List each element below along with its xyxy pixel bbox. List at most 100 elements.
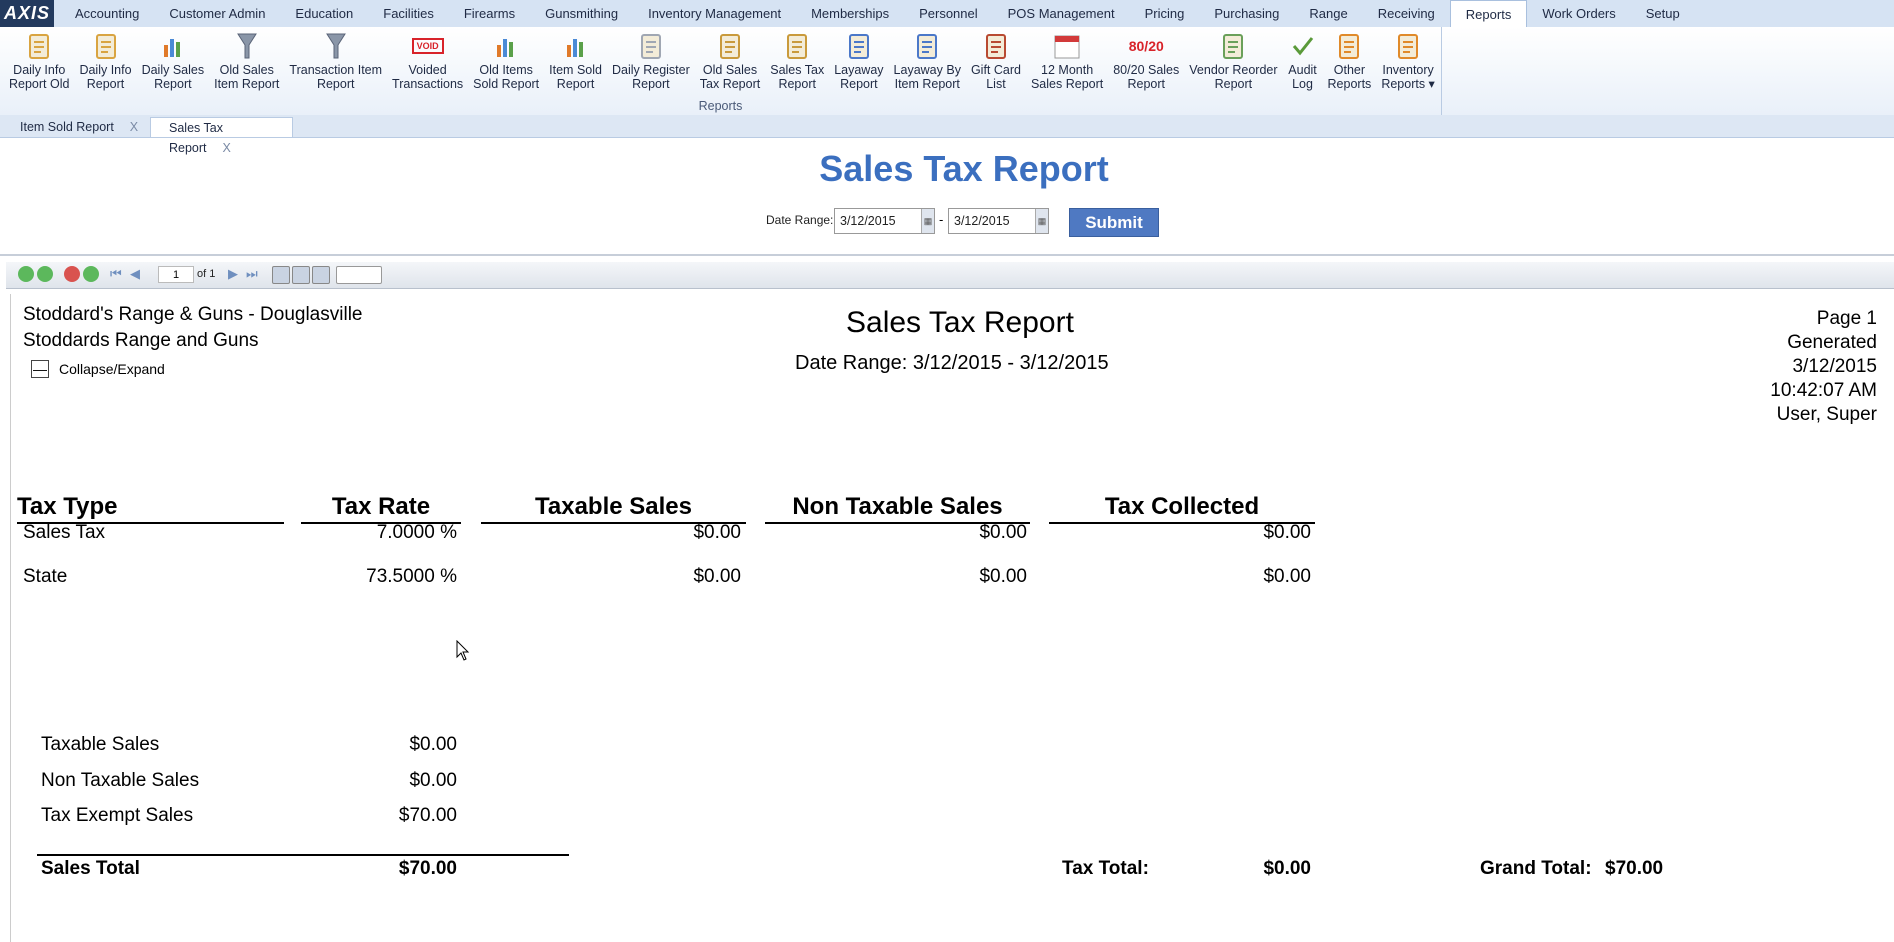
menu-item-reports[interactable]: Reports [1449, 0, 1528, 27]
ribbon-buttons: Daily Info Report Old Daily Info Report Da… [0, 27, 1441, 91]
cell-tax-collected: $0.00 [1263, 522, 1311, 543]
column-header-taxable-sales: Taxable Sales [481, 492, 746, 524]
menu-item-pricing[interactable]: Pricing [1130, 0, 1200, 27]
grand-total-label: Grand Total: [1480, 858, 1592, 879]
ribbon-button-item-sold-report[interactable]: Item Sold Report [544, 27, 607, 91]
ribbon-button-transaction-item-report[interactable]: Transaction Item Report [284, 27, 387, 91]
tab-sales-tax-report[interactable]: Sales Tax Report X [150, 117, 293, 155]
ribbon-button-daily-sales-report[interactable]: Daily Sales Report [137, 27, 210, 91]
start-date-field[interactable]: 3/12/2015 ▦ [834, 208, 935, 234]
ribbon-button-12-month-sales-report[interactable]: 12 Month Sales Report [1026, 27, 1108, 91]
stop-icon[interactable] [64, 266, 80, 282]
menu-item-inventory-management[interactable]: Inventory Management [633, 0, 796, 27]
menu-item-facilities[interactable]: Facilities [368, 0, 449, 27]
ribbon-button-label: Daily Info Report [79, 63, 132, 91]
refresh-icon[interactable] [83, 266, 99, 282]
first-page-icon[interactable]: ⏮ [110, 266, 126, 282]
ribbon-button-audit-log[interactable]: Audit Log [1283, 27, 1323, 91]
menu-item-pos-management[interactable]: POS Management [993, 0, 1130, 27]
ribbon-button-layaway-by-item-report[interactable]: Layaway By Item Report [889, 27, 966, 91]
menu-item-setup[interactable]: Setup [1631, 0, 1695, 27]
print-layout-icon[interactable] [292, 266, 310, 284]
ribbon-group-label: Reports [698, 99, 743, 113]
page-count: of 1 [197, 268, 216, 280]
summary-divider [37, 854, 569, 856]
ribbon-button-vendor-reorder-report[interactable]: Vendor Reorder Report [1184, 27, 1282, 91]
ribbon-button-daily-info-report-old[interactable]: Daily Info Report Old [4, 27, 74, 91]
menu-item-receiving[interactable]: Receiving [1363, 0, 1450, 27]
mouse-cursor-icon [456, 640, 470, 661]
bar-chart-icon [561, 29, 591, 63]
ribbon-button-old-items-sold-report[interactable]: Old Items Sold Report [468, 27, 544, 91]
date-separator: - [939, 212, 944, 227]
next-page-icon[interactable]: ▶ [228, 266, 244, 282]
document-tabs: Item Sold Report X Sales Tax Report X [0, 115, 1894, 155]
calendar-icon [1052, 29, 1082, 63]
layaway-icon [912, 29, 942, 63]
tax-icon [782, 29, 812, 63]
page-setup-icon[interactable] [272, 266, 290, 284]
menu-item-purchasing[interactable]: Purchasing [1199, 0, 1294, 27]
page-number-input[interactable]: 1 [158, 266, 194, 283]
tax-total-label: Tax Total: [1062, 858, 1149, 879]
ribbon-button-voided-transactions[interactable]: VOID Voided Transactions [387, 27, 468, 91]
export-dropdown[interactable] [336, 266, 382, 284]
ribbon-button-old-sales-item-report[interactable]: Old Sales Item Report [209, 27, 284, 91]
calendar-icon[interactable]: ▦ [921, 209, 934, 233]
calendar-icon[interactable]: ▦ [1035, 209, 1048, 233]
date-range-label: Date Range: [766, 213, 834, 227]
back-icon[interactable] [18, 266, 34, 282]
cell-tax-collected: $0.00 [1263, 566, 1311, 587]
menu-item-accounting[interactable]: Accounting [60, 0, 154, 27]
end-date-field[interactable]: 3/12/2015 ▦ [948, 208, 1049, 234]
cell-tax-type: Sales Tax [23, 522, 106, 543]
ribbon-button-old-sales-tax-report[interactable]: Old Sales Tax Report [695, 27, 765, 91]
collapse-label: Collapse/Expand [59, 361, 165, 377]
tax-total-value: $0.00 [1263, 858, 1311, 879]
grand-total-value: $70.00 [1605, 858, 1664, 879]
ribbon-button-inventory-reports[interactable]: Inventory Reports ▾ [1376, 27, 1440, 91]
menu-item-work-orders[interactable]: Work Orders [1527, 0, 1630, 27]
reorder-icon [1218, 29, 1248, 63]
column-header-tax-collected: Tax Collected [1049, 492, 1315, 524]
print-icon[interactable] [312, 266, 330, 284]
menu-item-gunsmithing[interactable]: Gunsmithing [530, 0, 633, 27]
register-icon [636, 29, 666, 63]
menu-item-firearms[interactable]: Firearms [449, 0, 530, 27]
collapse-expand-toggle[interactable]: — Collapse/Expand [31, 360, 165, 378]
axis-logo: AXIS [0, 0, 54, 27]
ribbon-button-layaway-report[interactable]: Layaway Report [829, 27, 888, 91]
close-icon[interactable]: X [130, 120, 138, 134]
ribbon-button-daily-register-report[interactable]: Daily Register Report [607, 27, 695, 91]
ribbon-button-label: 80/20 Sales Report [1113, 63, 1180, 91]
ribbon-button-gift-card-list[interactable]: Gift Card List [966, 27, 1026, 91]
menu-item-customer-admin[interactable]: Customer Admin [154, 0, 280, 27]
sales-total-value: $70.00 [398, 858, 457, 879]
ribbon-button-sales-tax-report[interactable]: Sales Tax Report [765, 27, 829, 91]
column-header-non-taxable-sales: Non Taxable Sales [765, 492, 1030, 524]
menu-item-range[interactable]: Range [1294, 0, 1362, 27]
previous-page-icon[interactable]: ◀ [130, 266, 146, 282]
submit-button[interactable]: Submit [1069, 208, 1159, 237]
report-title: Sales Tax Report [846, 306, 1074, 339]
cell-tax-type: State [23, 566, 68, 587]
company-subtitle: Stoddards Range and Guns [23, 330, 259, 351]
tab-item-sold-report[interactable]: Item Sold Report X [2, 117, 148, 137]
ribbon-button-label: Voided Transactions [392, 63, 464, 91]
ribbon-button-label: Old Sales Tax Report [699, 63, 761, 91]
ribbon-button-other-reports[interactable]: Other Reports [1323, 27, 1377, 91]
gift-card-icon [981, 29, 1011, 63]
main-menu-bar: AXIS Accounting Customer Admin Education Fa… [0, 0, 1894, 28]
generated-time: 10:42:07 AM [1770, 380, 1877, 401]
tab-label: Item Sold Report [20, 120, 114, 134]
menu-item-memberships[interactable]: Memberships [796, 0, 904, 27]
menu-item-personnel[interactable]: Personnel [904, 0, 993, 27]
last-page-icon[interactable]: ⏭ [246, 266, 262, 282]
forward-icon[interactable] [37, 266, 53, 282]
menu-item-education[interactable]: Education [280, 0, 368, 27]
ribbon-button-label: Inventory Reports ▾ [1381, 63, 1435, 91]
collapse-icon[interactable]: — [31, 360, 49, 378]
ribbon-button-80-20-sales-report[interactable]: 80/20 80/20 Sales Report [1108, 27, 1184, 91]
ribbon-button-daily-info-report[interactable]: Daily Info Report [74, 27, 136, 91]
ribbon-button-label: Gift Card List [970, 63, 1021, 91]
